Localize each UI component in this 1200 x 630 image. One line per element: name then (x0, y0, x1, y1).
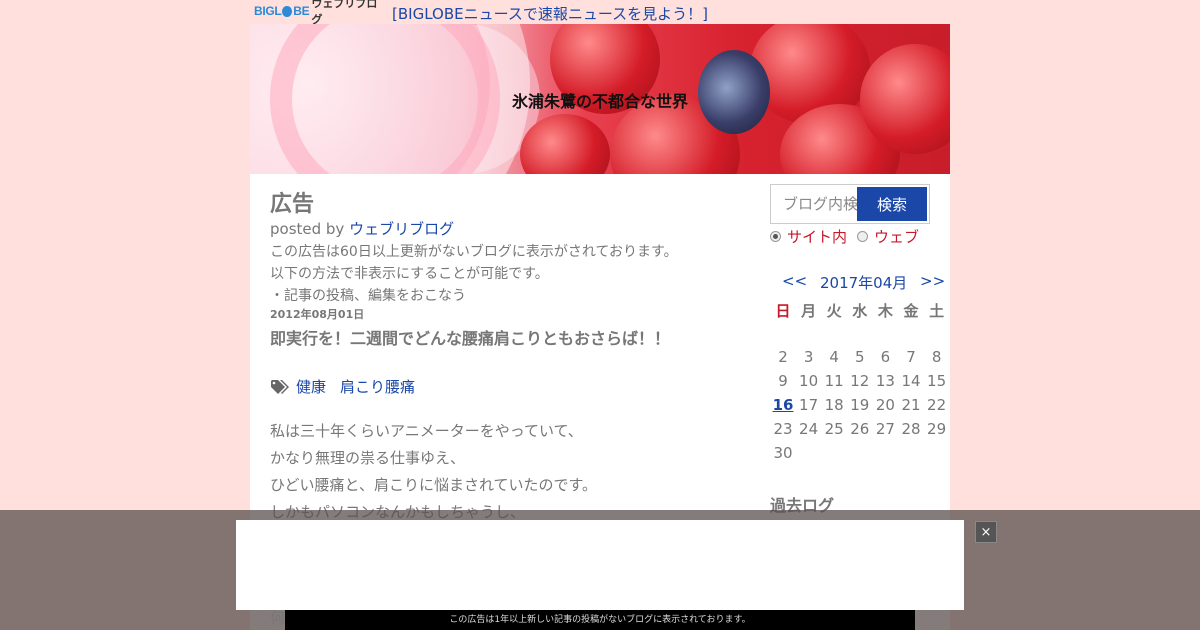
ad-notice-line: ・記事の投稿、編集をおこなう (270, 288, 466, 304)
top-bar: BIGL BE ウェブリブログ [BIGLOBEニュースで速報ニュースを見よう！… (250, 0, 950, 26)
search-scope: サイト内 ウェブ (770, 226, 929, 247)
logo-text-left: BIGL (254, 4, 282, 18)
calendar-day: 30 (773, 444, 793, 462)
search-button[interactable]: 検索 (857, 187, 927, 221)
calendar-weekday: 月 (801, 302, 817, 320)
calendar-day: 19 (850, 396, 870, 414)
calendar-day: 20 (875, 396, 895, 414)
calendar-weekday: 日 (775, 302, 791, 320)
calendar-day: 6 (880, 348, 891, 366)
calendar-weekday: 金 (903, 302, 919, 320)
calendar-day: 27 (875, 420, 895, 438)
calendar-day: 15 (927, 372, 947, 390)
calendar-day: 3 (803, 348, 814, 366)
calendar-day: 25 (824, 420, 844, 438)
calendar-day: 22 (927, 396, 947, 414)
ad-banner[interactable] (236, 520, 964, 610)
ad-notice-line: この広告は60日以上更新がないブログに表示がされております。 (270, 244, 678, 260)
blog-search-input[interactable] (773, 187, 857, 221)
logo-text-right: BE (293, 4, 310, 18)
calendar-day[interactable]: 16 (771, 396, 795, 414)
calendar-day: 7 (906, 348, 916, 366)
calendar-day: 4 (829, 348, 839, 366)
entry-tags: 健康 肩こり腰痛 (270, 376, 429, 397)
calendar-day: 14 (901, 372, 921, 390)
calendar-day: 29 (927, 420, 947, 438)
calendar-day: 26 (850, 420, 870, 438)
tag-link[interactable]: 肩こり腰痛 (340, 376, 415, 397)
calendar-day: 24 (799, 420, 819, 438)
entry-body-line: ひどい腰痛と、肩こりに悩まされていたのです。 (270, 476, 598, 494)
site-title[interactable]: 氷浦朱鷺の不都合な世界 (250, 88, 950, 112)
calendar-month-link[interactable]: 2017年04月 (820, 272, 907, 293)
scope-web-label[interactable]: ウェブ (874, 226, 919, 247)
ad-notice-line: 以下の方法で非表示にすることが可能です。 (270, 266, 549, 282)
blog-search-form: 検索 (770, 184, 930, 224)
scope-site-label[interactable]: サイト内 (787, 226, 847, 247)
posted-by-link[interactable]: ウェブリブログ (349, 220, 454, 238)
calendar-day: 17 (799, 396, 819, 414)
calendar: << 2017年04月 >> 日月火水木金土 2 3 4 5 6 7 8 9 10 11 12 13 14… (770, 270, 950, 470)
calendar-day: 10 (799, 372, 819, 390)
logo-subtitle: ウェブリブログ (311, 0, 378, 26)
calendar-prev-link[interactable]: << (782, 272, 807, 290)
entry-body-line: 何 (270, 609, 286, 627)
scope-site-radio[interactable] (770, 231, 781, 242)
ad-overlay: × この広告は1年以上新しい記事の投稿がないブログに表示されております。 (0, 510, 1200, 630)
header-banner: 氷浦朱鷺の不都合な世界 (250, 24, 950, 174)
calendar-day: 23 (773, 420, 793, 438)
calendar-day: 8 (931, 348, 942, 366)
calendar-day: 2 (778, 348, 788, 366)
tag-link[interactable]: 健康 (296, 376, 326, 397)
ad-note: この広告は1年以上新しい記事の投稿がないブログに表示されております。 (285, 610, 915, 630)
calendar-next-link[interactable]: >> (920, 272, 945, 290)
tags-icon (271, 379, 289, 394)
biglobe-logo[interactable]: BIGL BE ウェブリブログ (254, 0, 380, 26)
calendar-weekday: 火 (826, 302, 842, 320)
ad-post-title: 広告 (270, 192, 315, 217)
entry-title[interactable]: 即実行を！二週間でどんな腰痛肩こりともおさらば！！ (270, 325, 670, 349)
calendar-weekday: 土 (929, 302, 945, 320)
biglobe-news-link[interactable]: [BIGLOBEニュースで速報ニュースを見よう！] (392, 3, 708, 24)
entry-body-line: かなり無理の祟る仕事ゆえ、 (270, 449, 466, 467)
ad-close-button[interactable]: × (975, 521, 997, 543)
calendar-day: 13 (875, 372, 895, 390)
logo-globe-icon (282, 5, 293, 17)
calendar-day: 11 (824, 372, 844, 390)
calendar-weekday: 水 (852, 302, 868, 320)
calendar-day: 28 (901, 420, 921, 438)
posted-by-prefix: posted by (270, 220, 345, 238)
calendar-day: 18 (824, 396, 844, 414)
calendar-day: 12 (850, 372, 870, 390)
calendar-day: 9 (778, 372, 788, 390)
scope-web-radio[interactable] (857, 231, 869, 242)
calendar-weekday: 木 (877, 302, 893, 320)
calendar-day: 21 (901, 396, 921, 414)
posted-by: posted by ウェブリブログ (270, 218, 454, 239)
entry-body-line: 私は三十年くらいアニメーターをやっていて、 (270, 422, 583, 440)
entry-date: 2012年08月01日 (270, 308, 365, 321)
calendar-day: 5 (855, 348, 865, 366)
